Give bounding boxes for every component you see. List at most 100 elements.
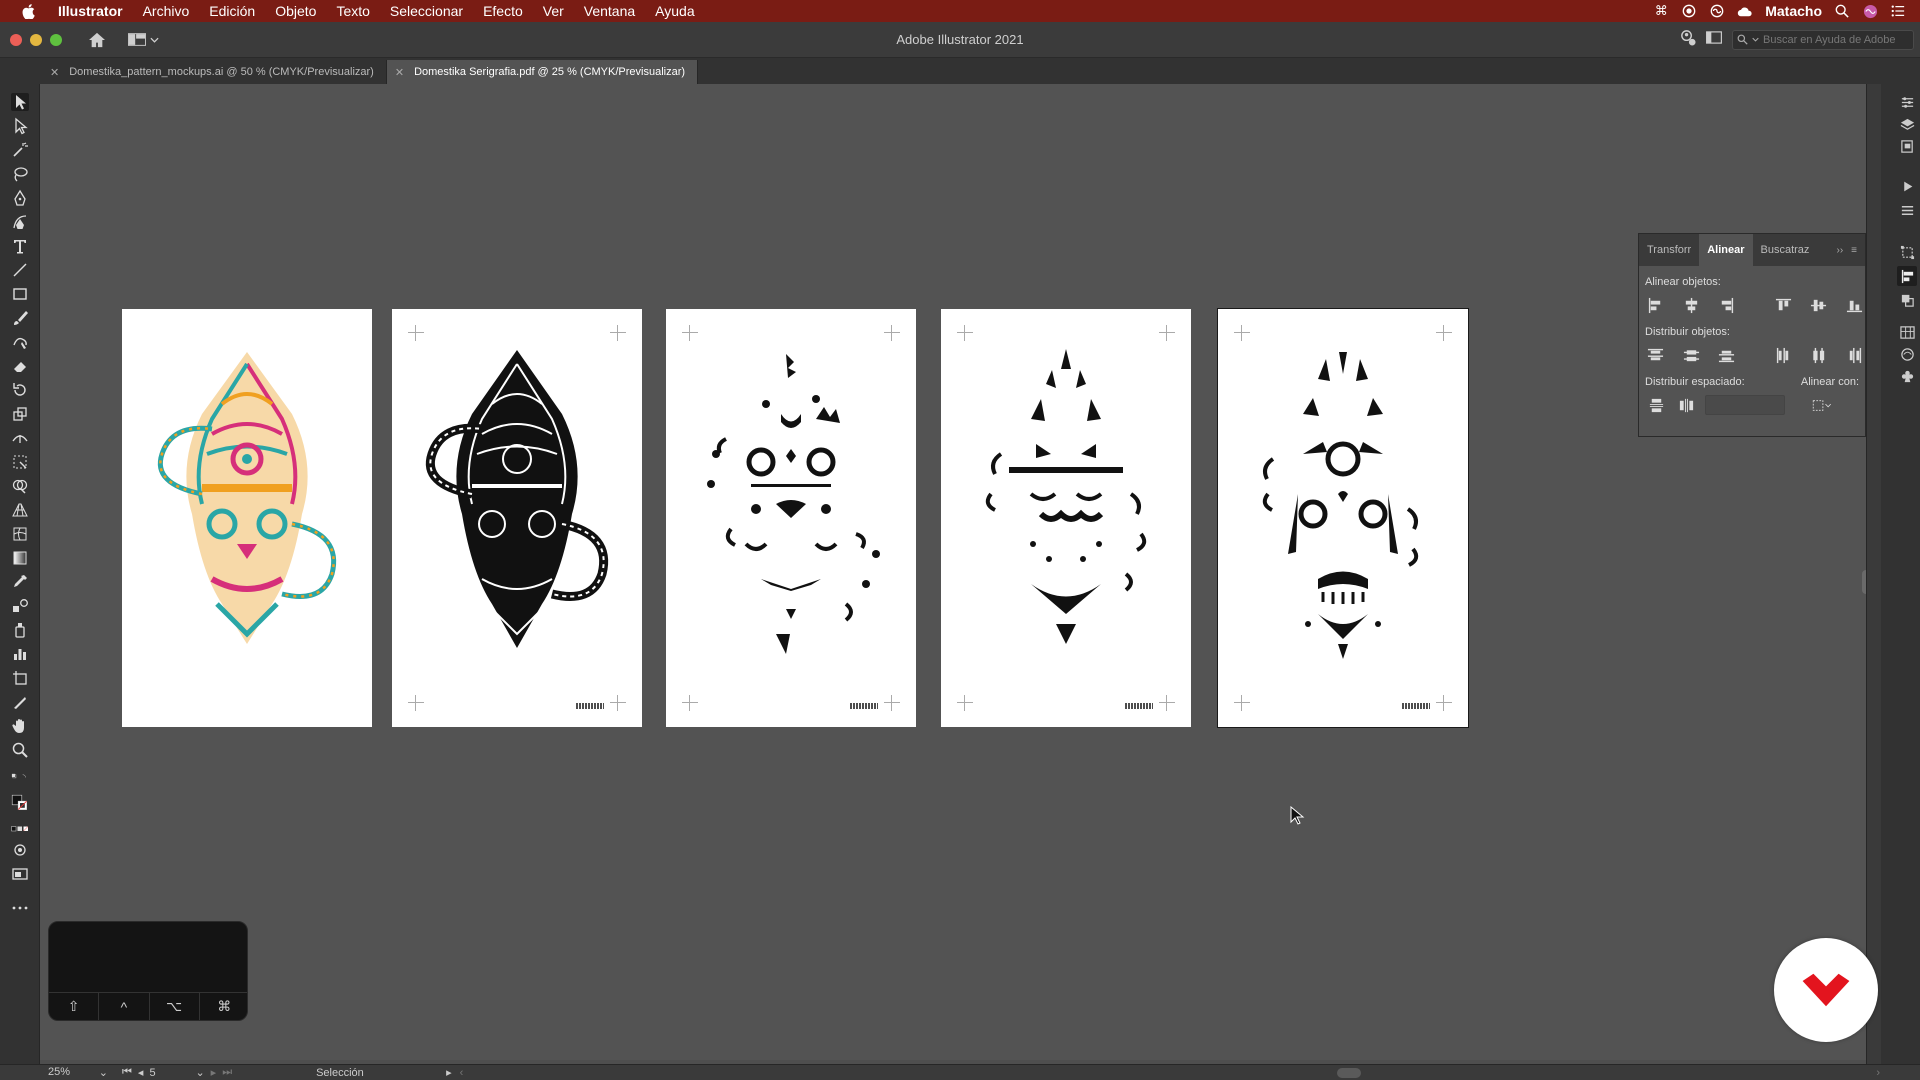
creative-cloud-icon[interactable] [1737,3,1753,19]
distribute-right-icon[interactable] [1844,344,1865,366]
next-artboard-icon[interactable]: ▸ [211,1066,217,1079]
shift-key-button[interactable]: ⇧ [49,993,100,1020]
hand-tool[interactable] [0,714,40,738]
spacing-value-input[interactable] [1705,395,1785,415]
zoom-tool[interactable] [0,738,40,762]
shaper-tool[interactable] [0,330,40,354]
horizontal-distribute-space-icon[interactable] [1675,394,1697,416]
align-vertical-center-icon[interactable] [1808,294,1829,316]
menu-app-name[interactable]: Illustrator [52,0,133,22]
align-left-icon[interactable] [1645,294,1666,316]
paintbrush-tool[interactable] [0,306,40,330]
artboard-separation-1[interactable] [666,309,916,727]
artboard-color[interactable] [122,309,372,727]
gradient-tool[interactable] [0,546,40,570]
tab-transform[interactable]: Transforr [1639,234,1699,266]
type-tool[interactable] [0,234,40,258]
share-user-icon[interactable] [1679,29,1696,51]
scroll-right-icon[interactable]: › [1876,1067,1880,1079]
horizontal-scroll-thumb[interactable] [1337,1067,1362,1078]
workspace-switcher[interactable] [128,33,159,46]
direct-selection-tool[interactable] [0,114,40,138]
siri-icon[interactable] [1862,3,1878,19]
arrange-documents-icon[interactable] [1706,30,1722,49]
magic-wand-tool[interactable] [0,138,40,162]
lasso-tool[interactable] [0,162,40,186]
close-window-button[interactable] [10,33,22,46]
align-horizontal-center-icon[interactable] [1680,294,1701,316]
menu-edicion[interactable]: Edición [199,0,265,22]
collapse-panel-icon[interactable]: ›› [1836,245,1843,256]
dock-collapse-strip[interactable] [1867,84,1881,1064]
align-panel-icon[interactable] [1897,266,1917,286]
libraries-panel-icon[interactable] [1897,136,1917,156]
menu-ver[interactable]: Ver [533,0,574,22]
menu-lines-icon[interactable] [1897,200,1917,220]
more-tools-icon[interactable] [0,896,40,920]
last-artboard-icon[interactable]: ⏭ [222,1066,232,1079]
creative-cloud-status-icon[interactable] [1709,3,1725,19]
help-search-field[interactable]: Buscar en Ayuda de Adobe [1732,29,1914,50]
tab-pattern-mockups[interactable]: ✕ Domestika_pattern_mockups.ai @ 50 % (C… [42,60,387,84]
slice-tool[interactable] [0,690,40,714]
shape-builder-tool[interactable] [0,474,40,498]
option-key-button[interactable]: ⌥ [150,993,200,1020]
tab-pathfinder[interactable]: Buscatraz [1753,234,1818,266]
free-transform-tool[interactable] [0,450,40,474]
align-to-selection-dropdown[interactable] [1811,394,1833,416]
artboard-number-field[interactable]: 5 [149,1067,189,1079]
swap-fill-stroke-icon[interactable] [0,768,40,786]
menu-ventana[interactable]: Ventana [574,0,645,22]
artboard-separation-2[interactable] [941,309,1191,727]
menu-efecto[interactable]: Efecto [473,0,533,22]
tab-align[interactable]: Alinear [1699,234,1753,266]
width-tool[interactable] [0,426,40,450]
screen-mode-icon[interactable] [0,862,40,886]
tab-serigrafia[interactable]: ✕ Domestika Serigrafia.pdf @ 25 % (CMYK/… [386,60,699,84]
brushes-panel-icon[interactable] [1897,344,1917,364]
align-bottom-icon[interactable] [1844,294,1865,316]
perspective-grid-tool[interactable] [0,498,40,522]
rectangle-tool[interactable] [0,282,40,306]
menu-texto[interactable]: Texto [326,0,379,22]
blend-tool[interactable] [0,594,40,618]
column-graph-tool[interactable] [0,642,40,666]
menu-seleccionar[interactable]: Seleccionar [380,0,473,22]
record-icon[interactable] [1681,3,1697,19]
drawing-modes-icon[interactable] [0,838,40,862]
document-canvas[interactable] [40,84,1866,1060]
minimize-window-button[interactable] [30,33,42,46]
command-icon[interactable]: ⌘ [1653,3,1669,19]
fill-stroke-swatches[interactable] [0,786,40,820]
horizontal-scrollbar[interactable] [477,1067,1876,1078]
previous-artboard-icon[interactable]: ◂ [138,1066,144,1079]
curvature-tool[interactable] [0,210,40,234]
selection-tool[interactable] [0,90,40,114]
control-key-button[interactable]: ^ [99,993,150,1020]
eraser-tool[interactable] [0,354,40,378]
pen-tool[interactable] [0,186,40,210]
distribute-left-icon[interactable] [1773,344,1794,366]
align-top-icon[interactable] [1773,294,1794,316]
swatches-panel-icon[interactable] [1897,322,1917,342]
artboard-separation-3[interactable] [1217,308,1469,728]
line-tool[interactable] [0,258,40,282]
distribute-bottom-icon[interactable] [1716,344,1737,366]
spotlight-search-icon[interactable] [1834,3,1850,19]
mesh-tool[interactable] [0,522,40,546]
align-right-icon[interactable] [1716,294,1737,316]
properties-panel-icon[interactable] [1897,92,1917,112]
symbol-sprayer-tool[interactable] [0,618,40,642]
chevron-down-icon[interactable]: ⌄ [195,1066,204,1079]
apple-icon[interactable] [18,1,38,21]
zoom-level-field[interactable]: 25% ⌄ [48,1066,108,1079]
status-menu-arrow-icon[interactable]: ▸ [446,1066,452,1079]
close-tab-icon[interactable]: ✕ [50,66,59,79]
scale-tool[interactable] [0,402,40,426]
distribute-top-icon[interactable] [1645,344,1666,366]
artboard-black-full[interactable] [392,309,642,727]
transform-panel-icon[interactable] [1897,242,1917,262]
actions-panel-icon[interactable] [1897,176,1917,196]
command-key-button[interactable]: ⌘ [200,993,247,1020]
close-tab-icon[interactable]: ✕ [395,66,404,79]
